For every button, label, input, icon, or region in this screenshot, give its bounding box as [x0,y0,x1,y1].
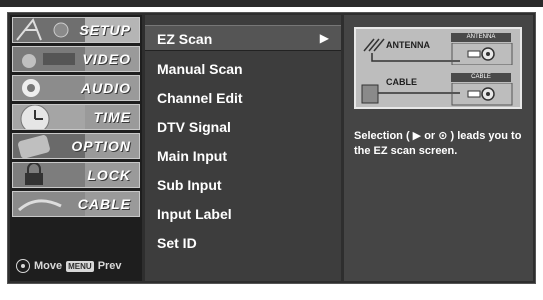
category-label: LOCK [87,167,131,183]
connection-diagram: ANTENNA ANTENNA CABLE CABLE [354,27,522,109]
ez-scan-description: Selection ( ▶ or ⊙ ) leads you to the EZ… [354,130,522,157]
thumb-video-icon [13,47,85,71]
prev-label: Prev [97,260,122,272]
info-panel: ANTENNA ANTENNA CABLE CABLE Selection ( … [344,15,533,281]
category-cable[interactable]: CABLE [12,191,140,217]
menu-item-label: Main Input [157,148,227,164]
menu-item-label: Sub Input [157,177,222,193]
antenna-port-icon [371,43,513,65]
category-label: TIME [93,109,131,125]
category-time[interactable]: TIME [12,104,140,130]
menu-item-label: DTV Signal [157,119,231,135]
menu-item-input-label[interactable]: Input Label [145,201,341,227]
navigation-hint: Move MENU Prev [16,257,140,275]
move-label: Move [34,260,63,272]
category-lock[interactable]: LOCK [12,162,140,188]
category-option[interactable]: OPTION [12,133,140,159]
menu-item-label: Manual Scan [157,61,243,77]
menu-item-sub-input[interactable]: Sub Input [145,172,341,198]
category-label: VIDEO [82,51,131,67]
menu-item-set-id[interactable]: Set ID [145,230,341,256]
setup-submenu: EZ Scan ▶ Manual Scan Channel Edit DTV S… [145,15,341,281]
thumb-lock-icon [13,163,85,187]
arrow-right-icon: ▶ [319,31,329,45]
cable-port-label: CABLE [451,73,511,82]
menu-item-label: Set ID [157,235,197,251]
menu-item-label: Channel Edit [157,90,243,106]
move-pad-icon [16,259,30,273]
thumb-time-icon [13,105,85,129]
menu-item-ez-scan[interactable]: EZ Scan ▶ [145,25,341,51]
menu-item-manual-scan[interactable]: Manual Scan [145,56,341,82]
menu-item-channel-edit[interactable]: Channel Edit [145,85,341,111]
setup-menu-screen: SETUP VIDEO AUDIO TIME OPTION LOCK CABLE… [7,12,536,284]
thumb-audio-icon [13,76,85,100]
menu-item-label: Input Label [157,206,232,222]
category-label: SETUP [79,22,131,38]
menu-item-label: EZ Scan [157,31,213,47]
category-video[interactable]: VIDEO [12,46,140,72]
category-audio[interactable]: AUDIO [12,75,140,101]
cable-port-icon [361,83,513,106]
category-column: SETUP VIDEO AUDIO TIME OPTION LOCK CABLE… [10,15,142,281]
category-label: CABLE [77,196,131,212]
menu-item-main-input[interactable]: Main Input [145,143,341,169]
top-bar [0,0,543,7]
menu-item-dtv-signal[interactable]: DTV Signal [145,114,341,140]
thumb-setup-icon [13,18,85,42]
category-label: AUDIO [80,80,131,96]
menu-key-badge: MENU [66,260,94,272]
category-label: OPTION [71,138,131,154]
antenna-port-label: ANTENNA [451,33,511,42]
thumb-cable-icon [13,192,85,216]
category-setup[interactable]: SETUP [12,17,140,43]
